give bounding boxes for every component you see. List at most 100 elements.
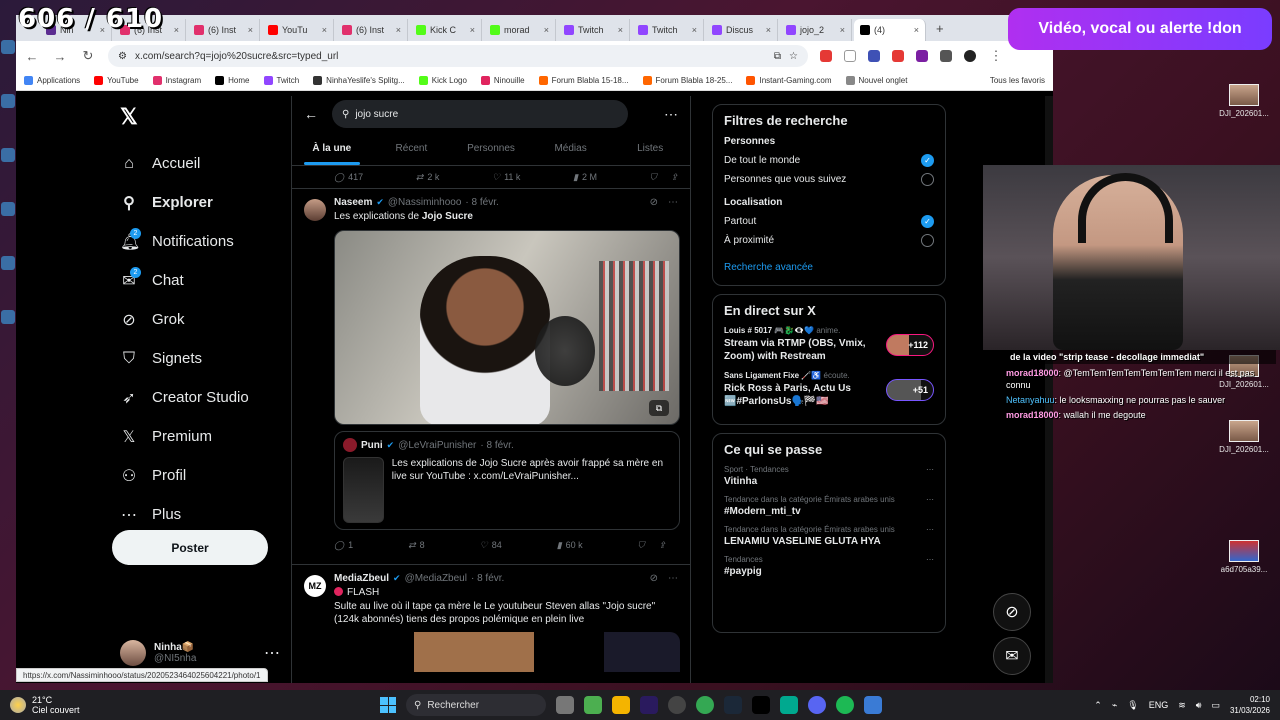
tweet[interactable]: Naseem ✔ @Nassiminhooo · 8 févr. ⊘ ⋯ Les … — [292, 188, 690, 564]
app-icon[interactable] — [864, 696, 882, 714]
tweet-author-name[interactable]: MediaZbeul — [334, 573, 389, 584]
trend-item[interactable]: Tendance dans la catégorie Émirats arabe… — [724, 525, 934, 547]
tweet-author-handle[interactable]: @MediaZbeul — [405, 573, 467, 584]
grok-icon[interactable]: ⊘ — [650, 197, 658, 208]
tweet-date[interactable]: · 8 févr. — [471, 573, 504, 584]
bookmark-item[interactable]: Kick Logo — [418, 76, 467, 85]
app-icon[interactable] — [780, 696, 798, 714]
reload-icon[interactable]: ↻ — [80, 48, 96, 64]
x-logo-icon[interactable]: 𝕏 — [120, 104, 292, 130]
live-listeners-pill[interactable]: +51 — [886, 378, 934, 401]
steam-icon[interactable] — [724, 696, 742, 714]
bookmark-item[interactable]: Forum Blabla 15-18... — [538, 76, 629, 85]
back-arrow-icon[interactable]: ← — [304, 106, 318, 122]
post-button[interactable]: Poster — [112, 530, 268, 565]
repost-button[interactable]: ⇄ 8 — [408, 540, 425, 551]
desktop-file[interactable]: a6d705a39... — [1214, 540, 1274, 574]
filter-option[interactable]: À proximité — [724, 231, 934, 250]
radio-unchecked-icon[interactable] — [921, 234, 934, 247]
trend-item[interactable]: Tendances ⋯ #paypig — [724, 555, 934, 577]
all-bookmarks-folder[interactable]: Tous les favoris — [990, 76, 1045, 85]
tab-personnes[interactable]: Personnes — [451, 132, 531, 165]
tab-à-la-une[interactable]: À la une — [292, 132, 372, 165]
browser-tab[interactable]: Twitch × — [632, 19, 704, 41]
advanced-search-link[interactable]: Recherche avancée — [724, 262, 934, 273]
tweet-author-name[interactable]: Naseem — [334, 197, 372, 208]
grok-icon[interactable]: ⊘ — [993, 593, 1031, 631]
desktop-icon[interactable] — [1, 40, 15, 54]
nav-item-signets[interactable]: ⛉ Signets — [112, 339, 292, 378]
desktop-icon[interactable] — [1, 202, 15, 216]
desktop-icon[interactable] — [1, 310, 15, 324]
tab-listes[interactable]: Listes — [610, 132, 690, 165]
microphone-icon[interactable]: 🎙︎ — [1127, 700, 1138, 711]
more-dots-icon[interactable]: ⋯ — [926, 495, 934, 504]
search-input[interactable]: ⚲ jojo sucre — [332, 100, 628, 128]
trend-item[interactable]: Sport · Tendances ⋯ Vitinha — [724, 465, 934, 487]
bookmark-item[interactable]: Twitch — [263, 76, 299, 85]
grok-icon[interactable]: ⊘ — [650, 573, 658, 584]
messages-icon[interactable]: ✉ — [993, 637, 1031, 675]
bookmark-item[interactable]: Nouvel onglet — [845, 76, 907, 85]
reply-button[interactable]: ◯ 1 — [334, 540, 353, 551]
filter-option[interactable]: Partout ✓ — [724, 212, 934, 231]
weather-widget[interactable]: 21°C Ciel couvert — [0, 695, 300, 715]
windows-start-icon[interactable] — [380, 697, 396, 713]
avatar[interactable] — [964, 50, 976, 62]
more-dots-icon[interactable]: ⋯ — [926, 555, 934, 564]
tweet-media-image[interactable]: ⧉ — [334, 230, 680, 425]
premiere-icon[interactable] — [640, 696, 658, 714]
tiktok-icon[interactable] — [752, 696, 770, 714]
extension-icon[interactable] — [820, 50, 832, 62]
radio-checked-icon[interactable]: ✓ — [921, 154, 934, 167]
repost-button[interactable]: ⇄ 2 k — [416, 172, 440, 183]
volume-icon[interactable]: 🔊︎ — [1196, 700, 1202, 711]
bookmark-item[interactable]: Instagram — [152, 76, 201, 85]
bookmark-item[interactable]: YouTube — [94, 76, 139, 85]
nav-item-plus[interactable]: ⋯ Plus — [112, 495, 292, 534]
bookmark-item[interactable]: Forum Blabla 18-25... — [642, 76, 732, 85]
reply-button[interactable]: ◯ 417 — [334, 172, 363, 183]
bookmark-item[interactable]: Applications — [24, 76, 80, 85]
chrome-icon[interactable] — [696, 696, 714, 714]
folder-icon[interactable] — [612, 696, 630, 714]
browser-tab[interactable]: (4) × — [854, 19, 926, 41]
share-icon[interactable]: ⇪ — [670, 172, 678, 183]
chevron-up-icon[interactable]: ⌃ — [1094, 700, 1102, 711]
live-listeners-pill[interactable]: +112 — [886, 333, 934, 356]
browser-tab[interactable]: (6) Inst × — [336, 19, 408, 41]
back-arrow-icon[interactable]: ← — [24, 49, 40, 64]
nav-item-explorer[interactable]: ⚲ Explorer — [112, 183, 292, 222]
bookmark-item[interactable]: Instant-Gaming.com — [746, 76, 832, 85]
bookmark-item[interactable]: NinhaYeslife's Splitg... — [313, 76, 405, 85]
radio-unchecked-icon[interactable] — [921, 173, 934, 186]
bookmark-button[interactable]: ⛉ ⇪ — [638, 540, 666, 551]
desktop-file[interactable]: DJI_202601... — [1214, 420, 1274, 454]
close-icon[interactable]: × — [692, 25, 697, 35]
close-icon[interactable]: × — [174, 25, 179, 35]
more-dots-icon[interactable]: ⋯ — [264, 643, 280, 663]
nav-item-chat[interactable]: ✉ Chat 2 — [112, 261, 292, 300]
tweet-author-handle[interactable]: @Nassiminhooo — [388, 197, 462, 208]
extension-icon[interactable] — [844, 50, 856, 62]
star-icon[interactable]: ☆ — [789, 51, 798, 62]
close-icon[interactable]: × — [618, 25, 623, 35]
filter-option[interactable]: De tout le monde ✓ — [724, 151, 934, 170]
views-button[interactable]: ▮ 2 M — [573, 172, 597, 183]
puzzle-icon[interactable] — [940, 50, 952, 62]
like-button[interactable]: ♡ 11 k — [492, 172, 520, 183]
nav-item-notifications[interactable]: 🔔︎ Notifications 2 — [112, 222, 292, 261]
close-icon[interactable]: × — [914, 25, 919, 35]
browser-tab[interactable]: Kick C × — [410, 19, 482, 41]
filter-option[interactable]: Personnes que vous suivez — [724, 170, 934, 189]
desktop-icon[interactable] — [1, 256, 15, 270]
battery-icon[interactable]: ▭ — [1211, 700, 1220, 711]
spotify-icon[interactable] — [836, 696, 854, 714]
extension-icon[interactable] — [868, 50, 880, 62]
share-icon[interactable]: ⇪ — [658, 540, 666, 551]
tweet[interactable]: MZ MediaZbeul ✔ @MediaZbeul · 8 févr. ⊘ ⋯… — [292, 564, 690, 680]
account-switcher[interactable]: Ninha📦 @NI5nha ⋯ — [120, 640, 280, 666]
url-field[interactable]: ⚙ x.com/search?q=jojo%20sucre&src=typed_… — [108, 45, 808, 67]
close-icon[interactable]: × — [840, 25, 845, 35]
new-tab-icon[interactable]: + — [928, 21, 952, 36]
